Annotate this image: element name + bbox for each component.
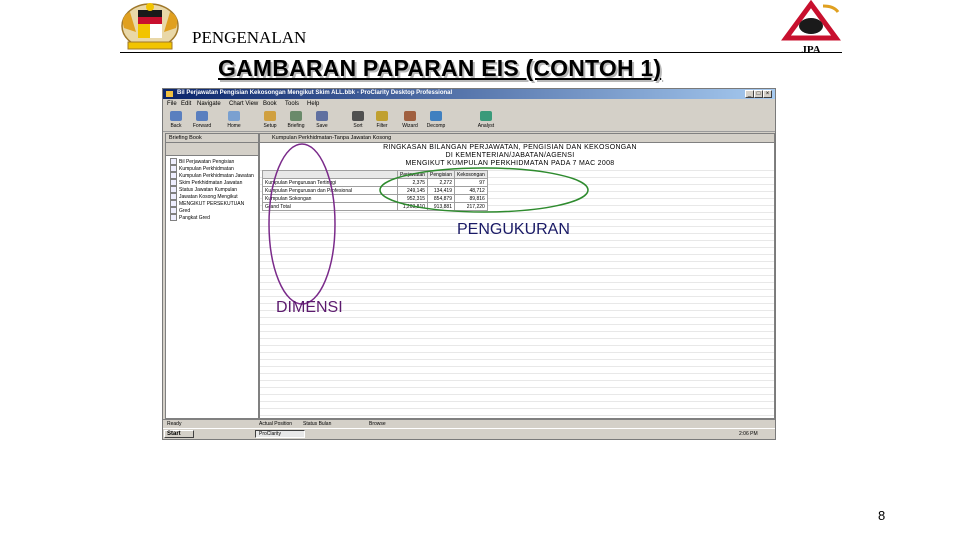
toolbar: Back Forward Home Setup Briefing Save So… [163,109,775,132]
table-row: Kumpulan Pengurusan dan Profesional 249,… [262,186,488,195]
forward-icon [196,111,208,121]
taskbar-clock: 2:06 PM [739,431,758,437]
table-header-row: Perjawatan Pengisian Kekosongan [262,170,488,179]
row-label[interactable]: Grand Total [262,202,398,211]
jpa-logo: JPA [781,0,841,56]
window-title: Bil Perjawatan Pengisian Kekosongan Meng… [177,90,453,96]
report-title-line: DI KEMENTERIAN/JABATAN/AGENSI [445,152,575,159]
coat-of-arms-logo [121,3,179,50]
row-label[interactable]: Kumpulan Pengurusan dan Profesional [262,186,398,195]
minimize-button[interactable]: _ [745,90,754,98]
report-header: Kumpulan Perkhidmatan-Tanpa Jawatan Koso… [260,134,774,143]
taskbar: Start ProClarity 2:06 PM [163,428,775,439]
table-row: Kumpulan Sokongan 952,315 854,879 89,816 [262,194,488,203]
analyst-button[interactable]: Analyst [475,111,497,129]
dimension-label: DIMENSI [276,299,343,316]
save-button[interactable]: Save [311,111,333,129]
home-button[interactable]: Home [223,111,245,129]
report-title-line: MENGIKUT KUMPULAN PERKHIDMATAN PADA 7 MA… [405,160,615,167]
start-button[interactable]: Start [164,430,194,438]
section-title: PENGENALAN [192,28,307,47]
filter-icon [376,111,388,121]
menu-bar: File Edit Navigate Chart View Book Tools… [163,99,775,109]
menu-edit[interactable]: Edit [181,101,191,107]
menu-navigate[interactable]: Navigate [197,101,221,107]
tree-item[interactable]: MENGIKUT PERSEKUTUAN [170,200,244,207]
close-button[interactable]: × [763,90,772,98]
taskbar-app-button[interactable]: ProClarity [255,430,305,438]
tree-item[interactable]: Status Jawatan Kumpulan [170,186,237,193]
row-label[interactable]: Kumpulan Pengurusan Tertinggi [262,178,398,187]
setup-button[interactable]: Setup [259,111,281,129]
briefing-button[interactable]: Briefing [285,111,307,129]
sort-button[interactable]: Sort [347,111,369,129]
analyst-icon [480,111,492,121]
tree-item[interactable]: Pangkat Gred [170,214,210,221]
decomposition-icon [430,111,442,121]
decomp-button[interactable]: Decomp [425,111,447,129]
menu-book[interactable]: Book [263,101,277,107]
column-header[interactable]: Kekosongan [453,170,488,179]
row-label[interactable]: Kumpulan Sokongan [262,194,398,203]
report-title-line: RINGKASAN BILANGAN PERJAWATAN, PENGISIAN… [383,144,637,151]
tree-item[interactable]: Skim Perkhidmatan Jawatan [170,179,242,186]
application-window: Bil Perjawatan Pengisian Kekosongan Meng… [162,88,776,440]
measure-label: PENGUKURAN [457,221,570,238]
home-icon [228,111,240,121]
menu-chart-view[interactable]: Chart View [229,101,258,107]
setup-icon [264,111,276,121]
tree-item[interactable]: Bil Perjawatan Pengisian [170,158,234,165]
briefing-icon [290,111,302,121]
column-header[interactable]: Pengisian [427,170,455,179]
sort-icon [352,111,364,121]
tree-item[interactable]: Kumpulan Perkhidmatan [170,165,234,172]
save-icon [316,111,328,121]
maximize-button[interactable]: □ [754,90,763,98]
table-row: Kumpulan Pengurusan Tertinggi 2,375 2,27… [262,178,488,187]
slide-title: GAMBARAN PAPARAN EIS (CONTOH 1) [218,55,662,81]
header-divider [120,52,842,53]
filter-button[interactable]: Filter [371,111,393,129]
back-button[interactable]: Back [165,111,187,129]
menu-help[interactable]: Help [307,101,319,107]
tree-item[interactable]: Kumpulan Perkhidmatan Jawatan [170,172,254,179]
tree-item[interactable]: Jawatan Kosong Mengikut [170,193,238,200]
app-icon [166,91,173,97]
back-icon [170,111,182,121]
page-number: 8 [878,508,886,523]
briefing-book-pane: Briefing Book Bil Perjawatan Pengisian K… [165,133,259,419]
briefing-book-tabs[interactable] [166,143,258,156]
status-bar: Ready Actual Position Status Bulan Brows… [163,419,775,428]
report-pane: Kumpulan Perkhidmatan-Tanpa Jawatan Koso… [259,133,775,419]
wizard-icon [404,111,416,121]
table-row: Grand Total 1,203,810 913,881 217,220 [262,202,488,211]
wizard-button[interactable]: Wizard [399,111,421,129]
tree-item[interactable]: Gred [170,207,190,214]
forward-button[interactable]: Forward [191,111,213,129]
menu-file[interactable]: File [167,101,177,107]
jpa-logo-text: JPA [801,44,820,56]
column-header[interactable]: Perjawatan [396,170,429,179]
window-titlebar: Bil Perjawatan Pengisian Kekosongan Meng… [163,89,775,99]
report-table: Perjawatan Pengisian Kekosongan Kumpulan… [262,170,488,211]
briefing-book-header: Briefing Book [166,134,258,143]
menu-tools[interactable]: Tools [285,101,299,107]
